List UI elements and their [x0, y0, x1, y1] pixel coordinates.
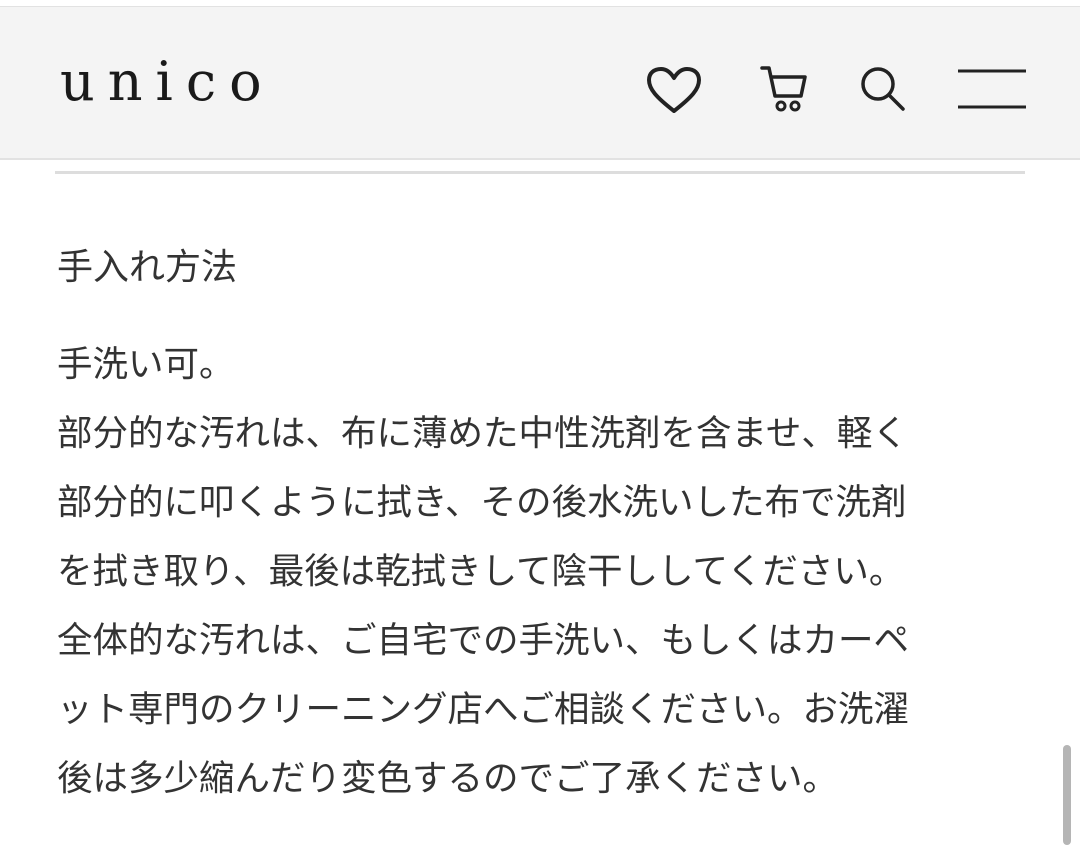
section-divider — [55, 171, 1025, 174]
cart-icon — [760, 66, 807, 112]
menu-icon — [958, 69, 1026, 109]
care-title: 手入れ方法 — [57, 247, 238, 288]
care-line: 手洗い可。 — [57, 344, 235, 385]
site-logo[interactable]: unico — [60, 47, 275, 117]
care-description: 手洗い可。 部分的な汚れは、布に薄めた中性洗剤を含ませ、軽く 部分的に叩くように… — [57, 330, 1042, 813]
care-line: 部分的に叩くように拭き、その後水洗いした布で洗剤 — [57, 482, 907, 523]
care-line: ット専門のクリーニング店へご相談ください。お洗濯 — [57, 689, 910, 730]
scrollbar-thumb[interactable] — [1063, 745, 1071, 845]
care-line: 全体的な汚れは、ご自宅での手洗い、もしくはカーペ — [57, 620, 910, 661]
care-line: 後は多少縮んだり変色するのでご了承ください。 — [57, 758, 839, 799]
cart-button[interactable] — [759, 63, 809, 115]
search-icon — [861, 67, 905, 111]
favorites-button[interactable] — [646, 66, 702, 116]
care-line: 部分的な汚れは、布に薄めた中性洗剤を含ませ、軽く — [57, 413, 908, 454]
menu-button[interactable] — [958, 67, 1026, 111]
care-line: を拭き取り、最後は乾拭きして陰干ししてください。 — [57, 551, 905, 592]
heart-icon — [647, 67, 701, 113]
search-button[interactable] — [858, 64, 908, 114]
site-header: unico — [0, 6, 1080, 160]
